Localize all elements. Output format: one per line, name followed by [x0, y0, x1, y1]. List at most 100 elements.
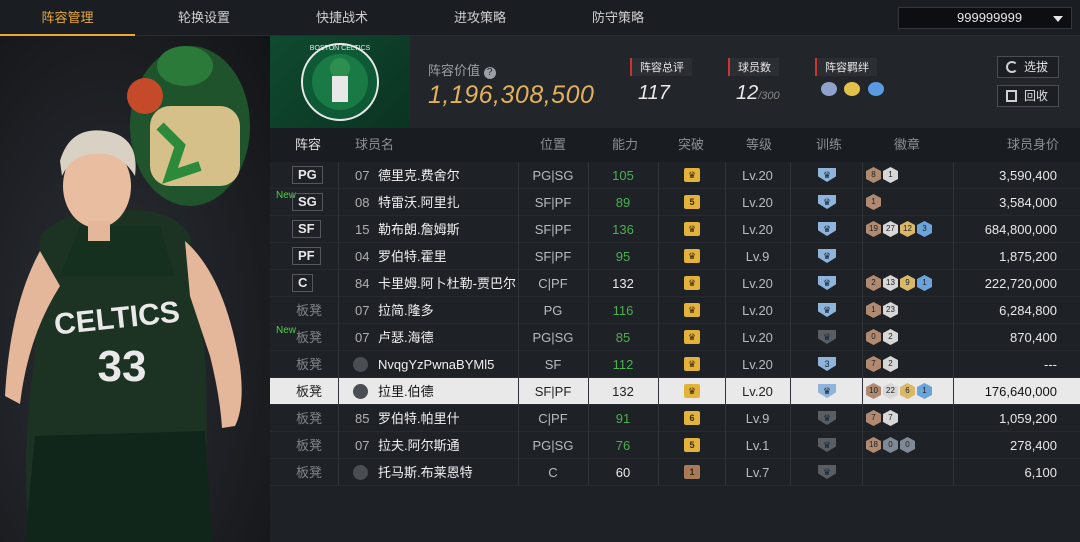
training-shield-icon[interactable]: ♛	[818, 276, 836, 290]
player-name[interactable]: 拉夫.阿尔斯通	[378, 432, 460, 459]
badge-icon[interactable]: 1	[866, 302, 881, 318]
select-button[interactable]: 选拔	[997, 56, 1059, 78]
badge-icon[interactable]: 3	[917, 221, 932, 237]
badge-icon[interactable]: 12	[900, 221, 915, 237]
lineup-slot[interactable]: 板凳	[296, 378, 322, 405]
player-name[interactable]: 卡里姆.阿卜杜勒-贾巴尔	[378, 270, 516, 297]
table-row[interactable]: 板凳 07 拉简.隆多 PG 116 ♛ Lv.20 ♛ 1 23 6,284,800	[270, 297, 1080, 324]
badge-icon[interactable]: 22	[883, 383, 898, 399]
badge-icon[interactable]: 9	[900, 275, 915, 291]
lineup-slot[interactable]: PG	[292, 166, 323, 184]
lineup-slot[interactable]: 板凳	[296, 432, 322, 459]
table-row[interactable]: 板凳 托马斯.布莱恩特 C 60 1 Lv.7 ♛ 6,100	[270, 459, 1080, 486]
bond-icon-2[interactable]	[844, 82, 861, 96]
badge-icon[interactable]: 0	[900, 437, 915, 453]
tab-quick-tactics[interactable]: 快捷战术	[273, 0, 411, 36]
breakthrough-crown-icon[interactable]: 1	[684, 465, 700, 479]
breakthrough-crown-icon[interactable]: ♛	[684, 330, 700, 344]
table-row[interactable]: PF 04 罗伯特.霍里 SF|PF 95 ♛ Lv.9 ♛ 1,875,200	[270, 243, 1080, 270]
table-row[interactable]: 板凳 07 拉夫.阿尔斯通 PG|SG 76 5 Lv.1 ♛ 18 0 0 278,400	[270, 432, 1080, 459]
table-row[interactable]: SF 15 勒布朗.詹姆斯 SF|PF 136 ♛ Lv.20 ♛ 19 27 12 3 684,800…	[270, 216, 1080, 243]
breakthrough-crown-icon[interactable]: 5	[684, 438, 700, 452]
player-name[interactable]: 德里克.费舍尔	[378, 162, 460, 189]
badge-icon[interactable]: 2	[883, 356, 898, 372]
breakthrough-crown-icon[interactable]: 5	[684, 195, 700, 209]
player-name[interactable]: 勒布朗.詹姆斯	[378, 216, 460, 243]
badge-icon[interactable]: 7	[866, 410, 881, 426]
lineup-slot[interactable]: 板凳	[296, 351, 322, 378]
recycle-button[interactable]: 回收	[997, 85, 1059, 107]
badge-icon[interactable]: 13	[883, 275, 898, 291]
badge-icon[interactable]: 18	[866, 437, 881, 453]
lineup-slot[interactable]: 板凳	[296, 297, 322, 324]
breakthrough-crown-icon[interactable]: ♛	[684, 222, 700, 236]
table-row[interactable]: New 板凳 07 卢瑟.海德 PG|SG 85 ♛ Lv.20 ♛ 0 2 870,400	[270, 324, 1080, 351]
breakthrough-crown-icon[interactable]: 6	[684, 411, 700, 425]
player-name[interactable]: 特雷沃.阿里扎	[378, 189, 460, 216]
badge-icon[interactable]: 23	[883, 302, 898, 318]
badge-icon[interactable]: 27	[883, 221, 898, 237]
player-name[interactable]: 罗伯特.霍里	[378, 243, 447, 270]
training-shield-icon[interactable]: ♛	[818, 168, 836, 182]
currency-dropdown[interactable]: 999999999	[898, 7, 1072, 29]
lineup-slot[interactable]: 板凳	[296, 405, 322, 432]
lineup-slot[interactable]: PF	[292, 247, 321, 265]
breakthrough-crown-icon[interactable]: ♛	[684, 249, 700, 263]
badge-icon[interactable]: 19	[866, 221, 881, 237]
lineup-slot[interactable]: 板凳	[296, 324, 322, 351]
badge-icon[interactable]: 0	[883, 437, 898, 453]
player-name[interactable]: NvqgYzPwnaBYMl5	[378, 351, 494, 378]
table-row[interactable]: PG 07 德里克.费舍尔 PG|SG 105 ♛ Lv.20 ♛ 8 1 3,590,400	[270, 162, 1080, 189]
badge-icon[interactable]: 0	[866, 329, 881, 345]
lineup-slot[interactable]: SG	[292, 193, 323, 211]
badge-icon[interactable]: 1	[883, 167, 898, 183]
tab-rotation[interactable]: 轮换设置	[135, 0, 273, 36]
breakthrough-crown-icon[interactable]: ♛	[684, 357, 700, 371]
badge-icon[interactable]: 6	[900, 383, 915, 399]
badge-icon[interactable]: 1	[917, 275, 932, 291]
table-row[interactable]: 板凳 拉里.伯德 SF|PF 132 ♛ Lv.20 ♛ 10 22 6 1 176,640,000	[270, 378, 1080, 405]
training-shield-icon[interactable]: ♛	[818, 384, 836, 398]
table-row[interactable]: New SG 08 特雷沃.阿里扎 SF|PF 89 5 Lv.20 ♛ 1 3,584,000	[270, 189, 1080, 216]
player-name[interactable]: 卢瑟.海德	[378, 324, 434, 351]
training-shield-icon[interactable]: ♛	[818, 195, 836, 209]
lineup-slot[interactable]: 板凳	[296, 459, 322, 486]
breakthrough-crown-icon[interactable]: ♛	[684, 168, 700, 182]
tab-lineup[interactable]: 阵容管理	[0, 0, 135, 36]
badge-icon[interactable]: 7	[883, 410, 898, 426]
badge-icon[interactable]: 8	[866, 167, 881, 183]
breakthrough-crown-icon[interactable]: ♛	[684, 276, 700, 290]
table-row[interactable]: C 84 卡里姆.阿卜杜勒-贾巴尔 C|PF 132 ♛ Lv.20 ♛ 2 13 9 1 222,72…	[270, 270, 1080, 297]
badge-icon[interactable]: 1	[917, 383, 932, 399]
badge-icon[interactable]: 1	[866, 194, 881, 210]
breakthrough-crown-icon[interactable]: ♛	[684, 384, 700, 398]
badge-icon[interactable]: 10	[866, 383, 881, 399]
badge-icon[interactable]: 2	[883, 329, 898, 345]
tab-offense[interactable]: 进攻策略	[411, 0, 549, 36]
training-shield-icon[interactable]: 3	[818, 357, 836, 371]
help-icon[interactable]: ?	[483, 67, 496, 79]
tab-defense[interactable]: 防守策略	[549, 0, 687, 36]
lineup-slot[interactable]: SF	[292, 220, 321, 238]
badge-icon[interactable]: 2	[866, 275, 881, 291]
player-name[interactable]: 托马斯.布莱恩特	[378, 459, 473, 486]
training-shield-icon[interactable]: ♛	[818, 249, 836, 263]
badge-icon[interactable]: 7	[866, 356, 881, 372]
training-shield-icon[interactable]: ♛	[818, 222, 836, 236]
bond-icon-3[interactable]	[867, 82, 884, 96]
column-divider	[658, 378, 659, 405]
player-name[interactable]: 拉简.隆多	[378, 297, 434, 324]
training-shield-icon[interactable]: ♛	[818, 411, 836, 425]
table-row[interactable]: 板凳 85 罗伯特.帕里什 C|PF 91 6 Lv.9 ♛ 7 7 1,059,200	[270, 405, 1080, 432]
bond-icon-1[interactable]	[821, 82, 837, 96]
training-shield-icon[interactable]: ♛	[818, 438, 836, 452]
breakthrough-crown-icon[interactable]: ♛	[684, 303, 700, 317]
lineup-slot[interactable]: C	[292, 274, 314, 292]
table-row[interactable]: 板凳 NvqgYzPwnaBYMl5 SF 112 ♛ Lv.20 3 7 2 ---	[270, 351, 1080, 378]
training-shield-icon[interactable]: ♛	[818, 303, 836, 317]
player-name[interactable]: 罗伯特.帕里什	[378, 405, 460, 432]
bond-icons[interactable]	[815, 82, 884, 101]
training-shield-icon[interactable]: ♛	[818, 465, 836, 479]
training-shield-icon[interactable]: ♛	[818, 330, 836, 344]
player-name[interactable]: 拉里.伯德	[378, 378, 434, 405]
